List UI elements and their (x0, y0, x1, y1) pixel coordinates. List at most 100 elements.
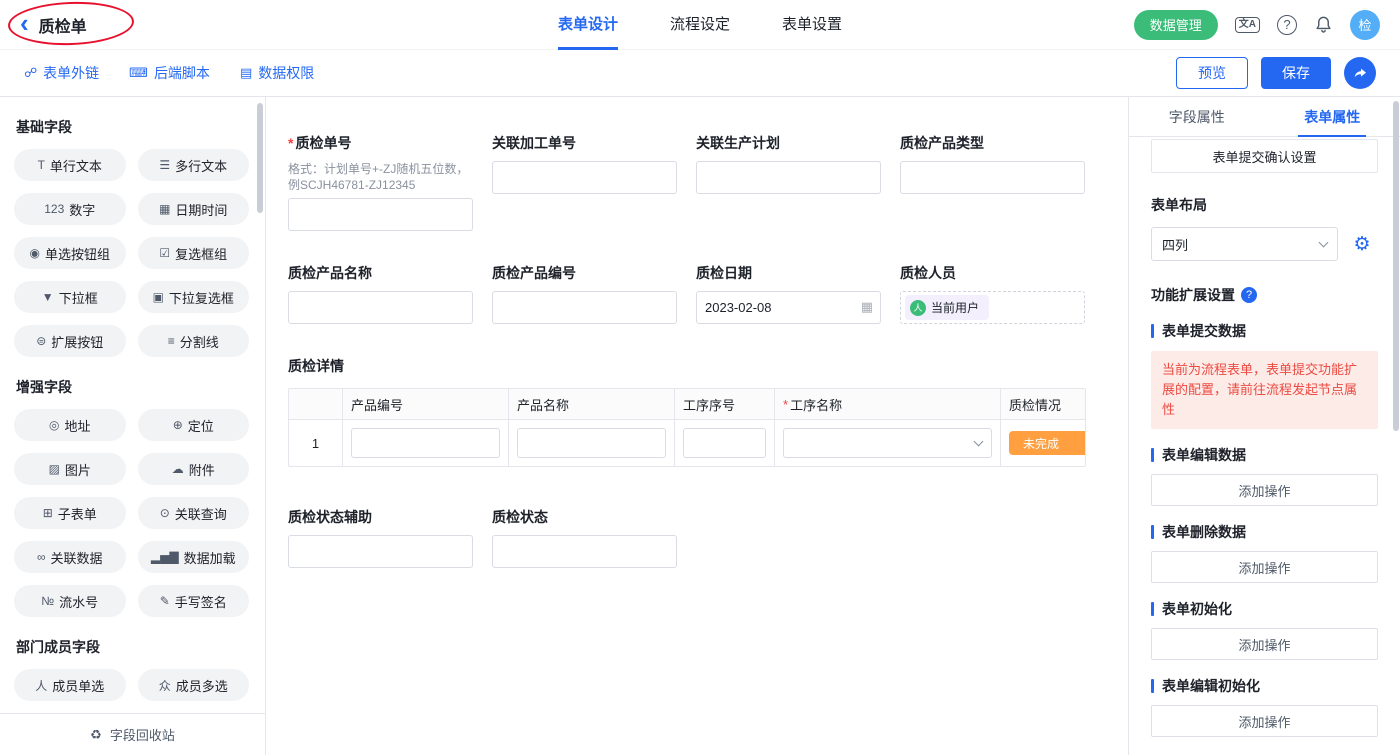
share-button[interactable] (1344, 57, 1376, 89)
link-label: 数据权限 (258, 63, 314, 83)
extension-help-icon[interactable]: ? (1241, 287, 1257, 303)
table-product-name-input[interactable] (517, 428, 666, 458)
layout-select[interactable]: 四列 (1151, 227, 1338, 261)
field-item-extend-button[interactable]: ⊜扩展按钮 (14, 325, 126, 357)
help-icon[interactable]: ? (1277, 15, 1297, 35)
field-status-aux[interactable]: 质检状态辅助 (288, 507, 473, 568)
product-no-input[interactable] (492, 291, 677, 324)
add-operation-button[interactable]: 添加操作 (1151, 551, 1378, 583)
field-item-multi-line-text[interactable]: ☰多行文本 (138, 149, 250, 181)
product-type-input[interactable] (900, 161, 1085, 194)
save-button[interactable]: 保存 (1261, 57, 1331, 89)
field-item-datetime[interactable]: ▦日期时间 (138, 193, 250, 225)
section-edit-init: 表单编辑初始化 (1151, 676, 1378, 696)
field-production-plan[interactable]: 关联生产计划 (696, 133, 881, 231)
add-operation-button[interactable]: 添加操作 (1151, 474, 1378, 506)
tab-form-properties[interactable]: 表单属性 (1265, 97, 1400, 136)
tab-field-properties[interactable]: 字段属性 (1129, 97, 1265, 136)
field-product-no[interactable]: 质检产品编号 (492, 263, 677, 324)
data-manage-button[interactable]: 数据管理 (1134, 10, 1218, 40)
script-icon: ⌨ (129, 65, 148, 81)
main-content: 基础字段 T单行文本 ☰多行文本 123数字 ▦日期时间 ◉单选按钮组 ☑复选框… (0, 97, 1400, 755)
field-item-number[interactable]: 123数字 (14, 193, 126, 225)
panel-scrollbar[interactable] (1393, 101, 1399, 431)
section-bar (1151, 448, 1154, 462)
current-user-tag[interactable]: 人 当前用户 (905, 295, 989, 320)
field-item-serial-number[interactable]: №流水号 (14, 585, 126, 617)
field-product-type[interactable]: 质检产品类型 (900, 133, 1085, 231)
tab-flow-setting[interactable]: 流程设定 (670, 0, 730, 50)
product-name-input[interactable] (288, 291, 473, 324)
table-step-no-input[interactable] (683, 428, 766, 458)
field-item-linked-query[interactable]: ⊙关联查询 (138, 497, 250, 529)
back-icon[interactable]: ‹ (20, 10, 29, 36)
address-icon: ◎ (49, 418, 59, 432)
sidebar-scrollbar[interactable] (257, 103, 263, 213)
field-item-signature[interactable]: ✎手写签名 (138, 585, 250, 617)
field-status[interactable]: 质检状态 (492, 507, 677, 568)
field-item-member-multi[interactable]: 众成员多选 (138, 669, 250, 701)
table-header-product-no: 产品编号 (343, 389, 509, 419)
production-plan-input[interactable] (696, 161, 881, 194)
field-inspection-date[interactable]: 质检日期 ▦ (696, 263, 881, 324)
form-external-link[interactable]: ☍ 表单外链 (24, 63, 99, 83)
status-input[interactable] (492, 535, 677, 568)
link-icon: ☍ (24, 65, 37, 81)
field-inspector[interactable]: 质检人员 人 当前用户 (900, 263, 1085, 324)
field-item-subform[interactable]: ⊞子表单 (14, 497, 126, 529)
field-label: 质检产品编号 (492, 263, 576, 283)
field-item-location[interactable]: ⊕定位 (138, 409, 250, 441)
field-inspection-no[interactable]: *质检单号 格式：计划单号+-ZJ随机五位数， 例SCJH46781-ZJ123… (288, 133, 473, 231)
field-item-dropdown[interactable]: ▼下拉框 (14, 281, 126, 313)
field-item-radio-group[interactable]: ◉单选按钮组 (14, 237, 126, 269)
table-header-inspection-status: 质检情况 (1001, 389, 1086, 419)
inspection-no-input[interactable] (288, 198, 473, 231)
member-single-icon: 人 (35, 677, 47, 694)
field-label: 质检状态 (492, 507, 548, 527)
submit-confirm-settings-button[interactable]: 表单提交确认设置 (1151, 139, 1378, 173)
add-operation-button[interactable]: 添加操作 (1151, 705, 1378, 737)
checkbox-icon: ☑ (159, 246, 170, 260)
product-name-cell (509, 420, 675, 466)
process-order-input[interactable] (492, 161, 677, 194)
translate-icon[interactable]: 文A (1235, 17, 1260, 33)
field-item-linked-data[interactable]: ∞关联数据 (14, 541, 126, 573)
section-bar (1151, 679, 1154, 693)
field-item-multi-dropdown[interactable]: ▣下拉复选框 (138, 281, 250, 313)
page-title: 质检单 (39, 13, 87, 37)
tab-form-design[interactable]: 表单设计 (558, 0, 618, 50)
field-item-divider[interactable]: ≡分割线 (138, 325, 250, 357)
table-product-no-input[interactable] (351, 428, 500, 458)
section-form-init: 表单初始化 (1151, 599, 1378, 619)
user-avatar[interactable]: 检 (1350, 10, 1380, 40)
layout-row: 四列 ⚙ (1151, 227, 1378, 261)
inspection-date-input[interactable] (696, 291, 881, 324)
field-item-address[interactable]: ◎地址 (14, 409, 126, 441)
multi-line-text-icon: ☰ (159, 158, 170, 172)
notification-bell-icon[interactable] (1314, 15, 1333, 34)
field-recycle-bin[interactable]: ♻ 字段回收站 (0, 713, 265, 755)
field-item-member-single[interactable]: 人成员单选 (14, 669, 126, 701)
section-bar (1151, 525, 1154, 539)
linked-data-icon: ∞ (37, 550, 46, 564)
field-item-single-line-text[interactable]: T单行文本 (14, 149, 126, 181)
field-item-data-load[interactable]: ▂▅▇数据加载 (138, 541, 250, 573)
backend-script-link[interactable]: ⌨ 后端脚本 (129, 63, 210, 83)
step-name-select[interactable] (783, 428, 992, 458)
add-operation-button[interactable]: 添加操作 (1151, 628, 1378, 660)
layout-gear-icon[interactable]: ⚙ (1346, 228, 1378, 260)
data-permission-link[interactable]: ▤ 数据权限 (240, 63, 314, 83)
field-product-name[interactable]: 质检产品名称 (288, 263, 473, 324)
field-process-order[interactable]: 关联加工单号 (492, 133, 677, 231)
table-header-product-name: 产品名称 (509, 389, 675, 419)
form-toolbar: ☍ 表单外链 ⌨ 后端脚本 ▤ 数据权限 预览 保存 (0, 50, 1400, 97)
preview-button[interactable]: 预览 (1176, 57, 1248, 89)
inspector-member-box[interactable]: 人 当前用户 (900, 291, 1085, 324)
tab-form-settings[interactable]: 表单设置 (782, 0, 842, 50)
field-item-attachment[interactable]: ☁附件 (138, 453, 250, 485)
status-aux-input[interactable] (288, 535, 473, 568)
radio-icon: ◉ (30, 246, 40, 260)
field-item-image[interactable]: ▨图片 (14, 453, 126, 485)
panel-body: 表单提交确认设置 表单布局 四列 ⚙ 功能扩展设置 ? 表单提交数据 (1129, 137, 1400, 755)
field-item-checkbox-group[interactable]: ☑复选框组 (138, 237, 250, 269)
